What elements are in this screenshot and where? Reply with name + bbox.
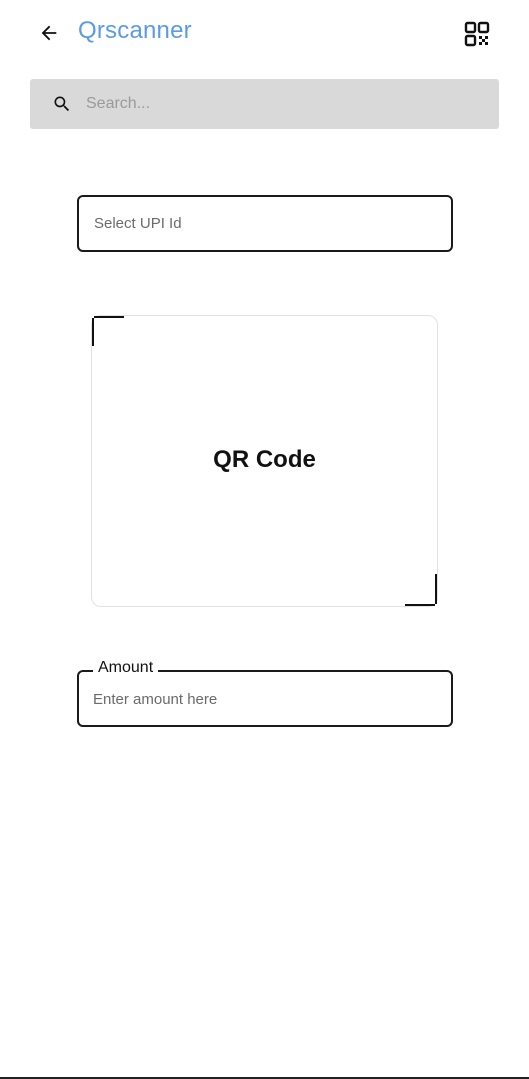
qr-scanner-screen: Qrscanner Select UPI Id QR Code [0,0,529,1079]
back-button[interactable] [34,18,64,48]
qr-code-frame: QR Code [91,315,438,607]
arrow-left-icon [41,25,57,41]
frame-corner-top-left-vertical [92,318,94,346]
upi-id-select[interactable]: Select UPI Id [77,195,453,252]
amount-input[interactable] [93,684,433,714]
frame-corner-bottom-right-vertical [435,574,437,604]
qr-code-label: QR Code [213,446,316,473]
amount-label: Amount [93,659,159,677]
amount-field: Amount [77,659,453,727]
qr-scan-button[interactable] [462,19,492,49]
search-bar[interactable] [30,79,499,129]
qr-code-icon [464,21,490,47]
page-title: Qrscanner [78,17,192,44]
search-icon [54,96,70,112]
frame-corner-bottom-right [405,604,435,606]
upi-id-placeholder: Select UPI Id [94,215,182,232]
app-header: Qrscanner [0,0,529,66]
search-input[interactable] [86,87,486,121]
frame-corner-top-left [94,316,124,318]
